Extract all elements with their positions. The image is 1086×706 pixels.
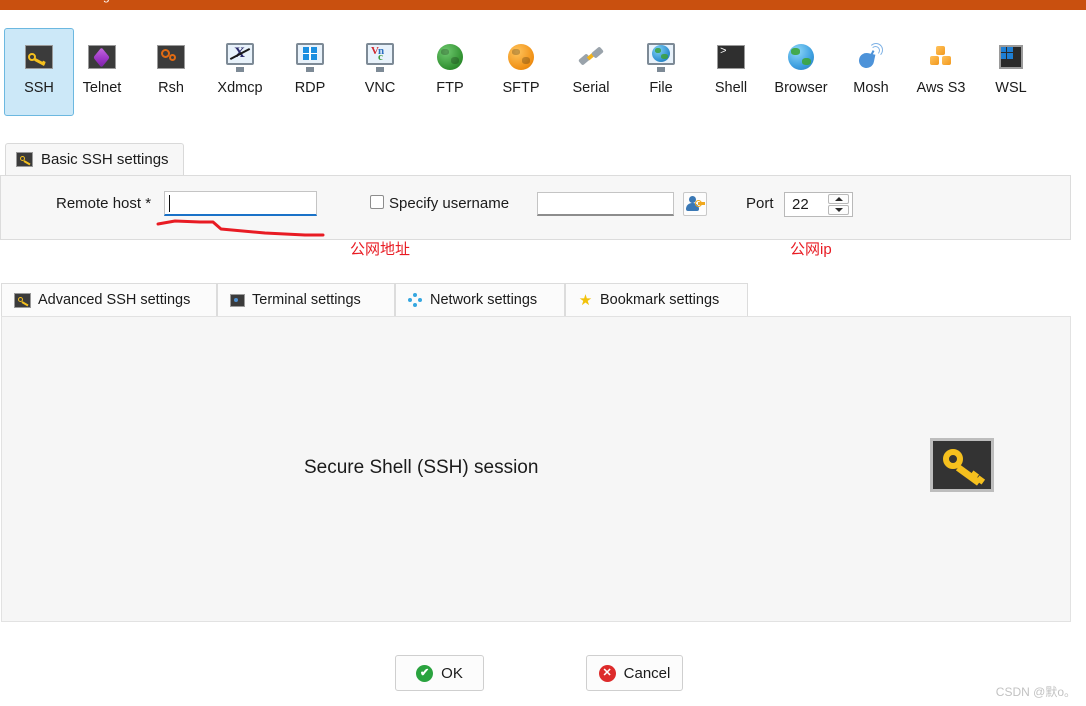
chevron-down-icon[interactable] — [828, 205, 849, 215]
remote-host-input[interactable] — [164, 191, 317, 216]
window-title-text: g — [103, 0, 110, 3]
session-type-rdp[interactable]: RDP — [275, 28, 345, 116]
file-monitor-globe-icon — [645, 41, 677, 73]
session-type-label: SSH — [24, 80, 54, 96]
session-type-ftp[interactable]: FTP — [415, 28, 485, 116]
tab-label: Network settings — [430, 292, 538, 308]
ssh-key-icon — [14, 292, 31, 308]
session-type-rsh[interactable]: Rsh — [136, 28, 206, 116]
tab-label: Advanced SSH settings — [38, 292, 191, 308]
host-annotation-text: 公网地址 — [350, 241, 411, 258]
watermark: CSDN @默o。 — [995, 685, 1076, 699]
aws-s3-cubes-icon — [925, 41, 957, 73]
specify-username-checkbox[interactable] — [370, 195, 384, 209]
network-nodes-icon — [408, 292, 423, 308]
wsl-windows-icon — [995, 41, 1027, 73]
tab-bookmark-settings[interactable]: ★ Bookmark settings — [565, 283, 748, 316]
tab-terminal-settings[interactable]: Terminal settings — [217, 283, 395, 316]
tab-basic-ssh-settings[interactable]: Basic SSH settings — [5, 143, 184, 175]
session-type-label: Telnet — [82, 80, 122, 96]
port-value: 22 — [792, 196, 809, 213]
session-type-label: Browser — [774, 80, 828, 96]
session-type-label: WSL — [995, 80, 1027, 96]
settings-tab-row: Advanced SSH settings Terminal settings … — [0, 283, 1086, 316]
rsh-gears-icon — [155, 41, 187, 73]
chevron-up-icon[interactable] — [828, 194, 849, 204]
session-type-xdmcp[interactable]: X Xdmcp — [205, 28, 275, 116]
session-settings-dialog: g SSH Telnet Rsh X — [0, 0, 1086, 706]
text-caret — [169, 195, 170, 212]
basic-settings-tab-row: Basic SSH settings — [0, 143, 1086, 175]
user-key-icon[interactable] — [683, 192, 707, 216]
session-type-serial[interactable]: Serial — [556, 28, 626, 116]
serial-plug-icon — [575, 41, 607, 73]
session-type-shell[interactable]: > Shell — [696, 28, 766, 116]
terminal-icon — [230, 293, 245, 307]
ok-button[interactable]: ✔ OK — [395, 655, 484, 691]
session-type-label: Aws S3 — [916, 80, 966, 96]
ftp-green-globe-icon — [434, 41, 466, 73]
port-label: Port — [746, 195, 774, 212]
username-input[interactable] — [537, 192, 674, 216]
tab-label: Bookmark settings — [600, 292, 720, 308]
session-type-vnc[interactable]: V n c VNC — [345, 28, 415, 116]
session-type-ssh[interactable]: SSH — [4, 28, 74, 116]
shell-terminal-icon: > — [715, 41, 747, 73]
session-type-label: FTP — [436, 80, 464, 96]
port-stepper[interactable]: 22 — [784, 192, 853, 217]
tab-label: Basic SSH settings — [41, 151, 169, 168]
session-type-telnet[interactable]: Telnet — [67, 28, 137, 116]
star-icon: ★ — [578, 291, 593, 309]
xdmcp-monitor-icon: X — [224, 41, 256, 73]
specify-username-label: Specify username — [389, 195, 510, 212]
session-type-label: Serial — [572, 80, 610, 96]
session-type-label: VNC — [364, 80, 396, 96]
session-type-sftp[interactable]: SFTP — [486, 28, 556, 116]
rdp-windows-monitor-icon — [294, 41, 326, 73]
browser-globe-icon — [785, 41, 817, 73]
ssh-key-icon — [16, 152, 33, 167]
session-type-mosh[interactable]: Mosh — [836, 28, 906, 116]
session-type-toolbar: SSH Telnet Rsh X Xdmcp — [0, 10, 1086, 120]
telnet-cube-icon — [86, 41, 118, 73]
port-annotation-text: 公网ip — [790, 241, 832, 258]
vnc-monitor-icon: V n c — [364, 41, 396, 73]
session-type-label: SFTP — [502, 80, 540, 96]
session-type-label: RDP — [294, 80, 326, 96]
session-type-aws-s3[interactable]: Aws S3 — [906, 28, 976, 116]
mosh-satellite-icon — [855, 41, 887, 73]
tab-advanced-ssh-settings[interactable]: Advanced SSH settings — [1, 283, 217, 316]
remote-host-label: Remote host * — [56, 195, 152, 212]
cancel-button[interactable]: ✕ Cancel — [586, 655, 683, 691]
window-title-bar: g — [0, 0, 1086, 10]
x-circle-icon: ✕ — [598, 664, 616, 682]
check-circle-icon: ✔ — [416, 664, 434, 682]
session-type-label: File — [649, 80, 673, 96]
cancel-button-label: Cancel — [623, 664, 671, 682]
ssh-key-large-icon — [930, 438, 994, 492]
session-type-label: Xdmcp — [217, 80, 263, 96]
session-type-label: Shell — [714, 80, 748, 96]
tab-network-settings[interactable]: Network settings — [395, 283, 565, 316]
ok-button-label: OK — [441, 664, 463, 682]
session-type-file[interactable]: File — [626, 28, 696, 116]
session-type-browser[interactable]: Browser — [766, 28, 836, 116]
session-preview-panel: Secure Shell (SSH) session — [1, 316, 1071, 622]
session-type-label: Rsh — [158, 80, 184, 96]
session-type-wsl[interactable]: WSL — [976, 28, 1046, 116]
sftp-orange-globe-icon — [505, 41, 537, 73]
session-type-label: Mosh — [853, 80, 889, 96]
tab-label: Terminal settings — [252, 292, 361, 308]
basic-settings-form: Remote host * Specify username Port 22 — [0, 175, 1071, 240]
ssh-key-icon — [23, 41, 55, 73]
session-description: Secure Shell (SSH) session — [304, 457, 539, 478]
